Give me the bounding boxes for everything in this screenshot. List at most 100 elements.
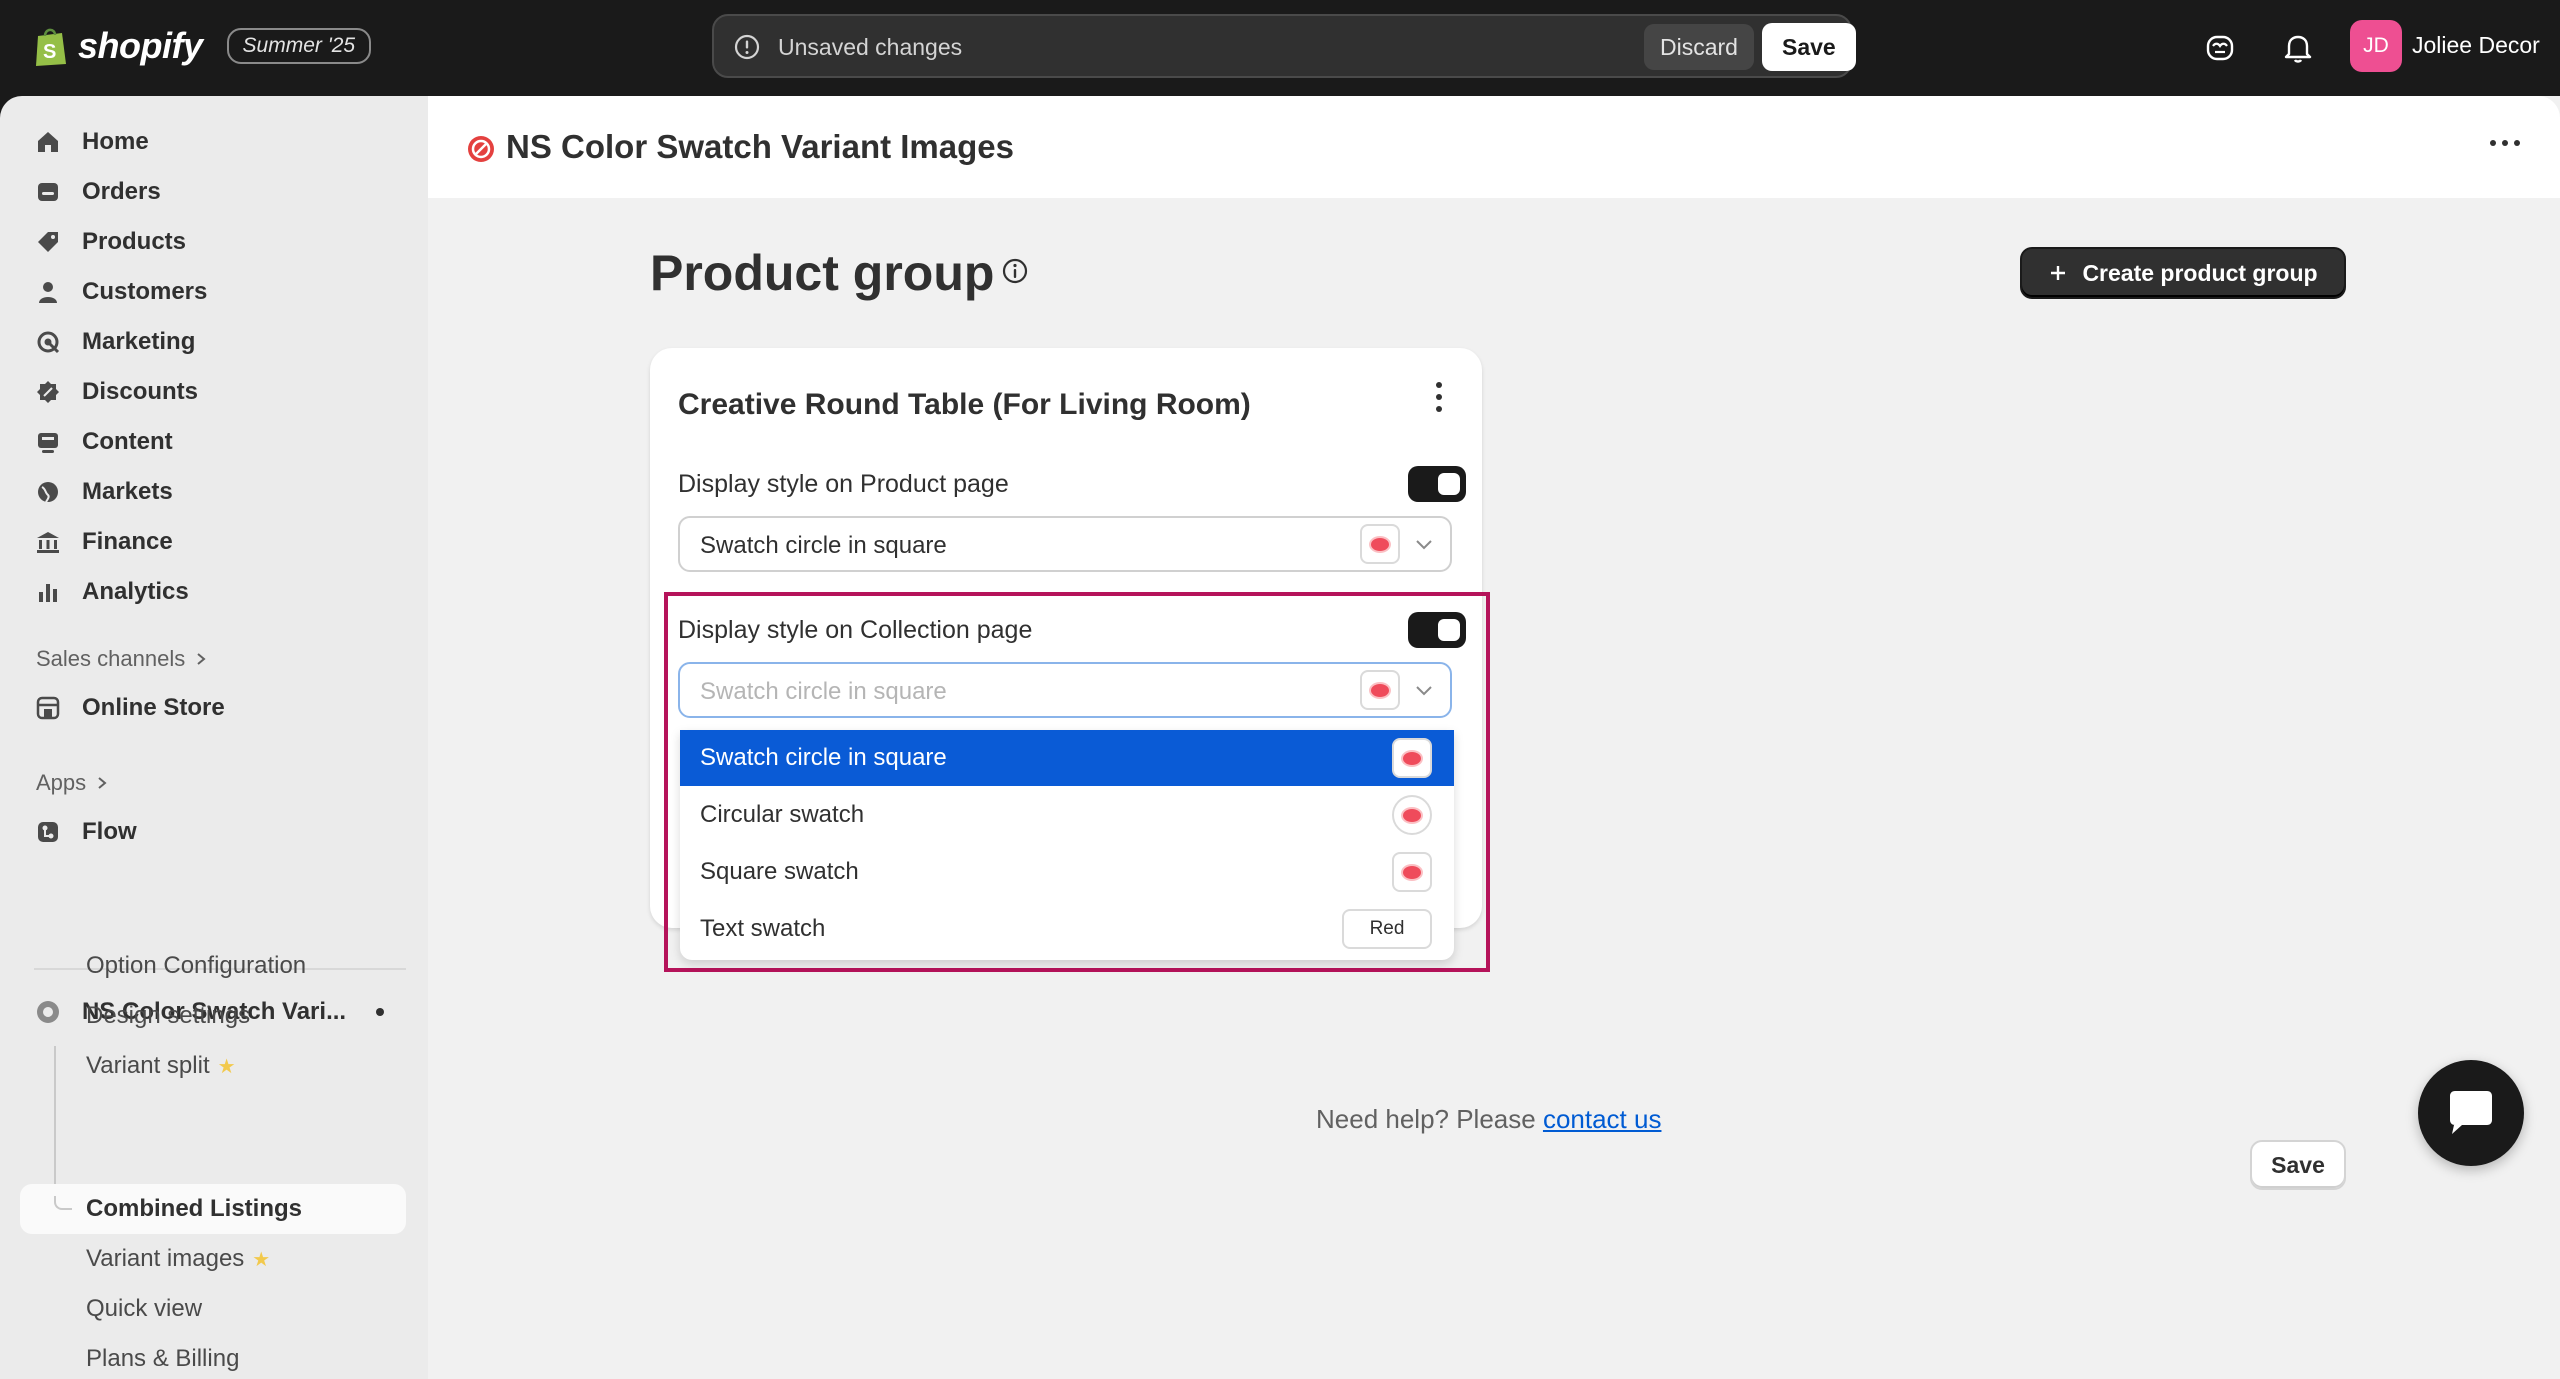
sidebar-item-label: Finance	[82, 528, 173, 555]
app-header: NS Color Swatch Variant Images	[428, 96, 2560, 198]
sub-item-label: Plans & Billing	[86, 1345, 240, 1372]
sales-channels-label: Sales channels	[36, 646, 186, 671]
tag-icon	[38, 232, 58, 252]
flow-icon	[38, 822, 58, 842]
card-menu-icon[interactable]	[1436, 382, 1442, 412]
sidebar-sub-plans-billing[interactable]: Plans & Billing	[86, 1337, 239, 1379]
store-icon	[36, 696, 60, 720]
discount-icon	[37, 381, 59, 403]
sidebar-item-marketing[interactable]: Marketing	[34, 320, 195, 364]
info-icon[interactable]	[1000, 256, 1030, 286]
sidebar-sub-option-configuration[interactable]: Option Configuration	[86, 944, 306, 988]
create-product-group-button[interactable]: Create product group	[2020, 247, 2346, 299]
product-page-select[interactable]: Swatch circle in square	[678, 516, 1452, 572]
sidebar-item-online-store[interactable]: Online Store	[34, 686, 225, 730]
select-value: Swatch circle in square	[700, 532, 947, 559]
text-swatch-chip: Red	[1342, 909, 1432, 949]
sidebar-item-label: Content	[82, 428, 173, 455]
sidebar-item-flow[interactable]: Flow	[34, 810, 137, 854]
plus-icon	[2051, 266, 2066, 280]
sidebar-sub-combined-listings[interactable]: Combined Listings	[86, 1187, 302, 1231]
contact-us-link[interactable]: contact us	[1543, 1104, 1662, 1134]
sidebar-item-label: Orders	[82, 178, 161, 205]
sidebar-item-label: Home	[82, 128, 149, 155]
sidebar-item-label: Customers	[82, 278, 208, 305]
sidebar-item-label: Products	[82, 228, 187, 255]
bell-icon[interactable]	[2278, 28, 2318, 68]
apps-label: Apps	[36, 770, 87, 795]
person-icon	[39, 282, 57, 303]
sidebar-item-content[interactable]: Content	[34, 420, 173, 464]
sidebar-item-label: Analytics	[82, 578, 189, 605]
globe-icon	[38, 482, 58, 503]
sidekick-icon[interactable]	[2200, 28, 2240, 68]
sidebar-sub-variant-images[interactable]: Variant images ★	[86, 1237, 270, 1281]
sidebar-item-label: Flow	[82, 818, 137, 845]
sidebar-item-home[interactable]: Home	[34, 120, 149, 164]
dropdown-option[interactable]: Swatch circle in square	[680, 730, 1454, 786]
bank-icon	[37, 532, 59, 553]
sidebar-item-products[interactable]: Products	[34, 220, 186, 264]
swatch-circle-icon	[1392, 795, 1432, 835]
sidebar-sub-design-settings[interactable]: Design settings	[86, 994, 250, 1038]
save-top-button[interactable]: Save	[1762, 23, 1856, 71]
sidebar-item-discounts[interactable]: Discounts	[34, 370, 198, 414]
option-label: Square swatch	[700, 858, 859, 885]
dropdown-option[interactable]: Text swatch Red	[680, 901, 1454, 957]
product-page-toggle[interactable]	[1408, 466, 1466, 502]
sidebar-item-label: Online Store	[82, 694, 225, 721]
sidebar-item-analytics[interactable]: Analytics	[34, 570, 189, 614]
chevron-right-icon	[197, 653, 206, 665]
help-text: Need help? Please contact us	[1316, 1104, 1661, 1135]
sidebar-item-orders[interactable]: Orders	[34, 170, 161, 214]
sidebar-sub-quick-view[interactable]: Quick view	[86, 1287, 202, 1331]
more-actions-icon[interactable]	[2490, 140, 2520, 146]
sidebar-sub-variant-split[interactable]: Variant split ★	[86, 1044, 236, 1088]
sidebar-item-markets[interactable]: Markets	[34, 470, 173, 514]
target-icon	[37, 331, 60, 354]
swatch-preview-icon	[1360, 524, 1400, 564]
unsaved-text: Unsaved changes	[778, 34, 963, 60]
help-label: Need help? Please	[1316, 1104, 1536, 1134]
chat-button[interactable]	[2418, 1060, 2524, 1166]
product-page-label: Display style on Product page	[678, 470, 1009, 498]
tree-arrow	[54, 1196, 72, 1210]
home-icon	[38, 132, 58, 152]
orders-icon	[38, 183, 58, 201]
sidebar-item-label: Markets	[82, 478, 173, 505]
star-icon: ★	[252, 1248, 271, 1271]
chart-icon	[39, 584, 57, 602]
save-button[interactable]: Save	[2250, 1140, 2346, 1190]
store-name[interactable]: Joliee Decor	[2412, 32, 2540, 59]
sidebar-item-finance[interactable]: Finance	[34, 520, 173, 564]
sales-channels-heading[interactable]: Sales channels	[36, 646, 207, 672]
edition-badge[interactable]: Summer '25	[226, 28, 372, 64]
svg-text:S: S	[43, 41, 56, 63]
dropdown-option[interactable]: Circular swatch	[680, 787, 1454, 843]
create-button-label: Create product group	[2082, 259, 2318, 286]
card-title: Creative Round Table (For Living Room)	[678, 388, 1251, 421]
sub-item-label: Variant split	[86, 1052, 210, 1079]
avatar[interactable]: JD	[2350, 20, 2402, 72]
dropdown-option[interactable]: Square swatch	[680, 844, 1454, 900]
sub-item-label: Design settings	[86, 1002, 251, 1029]
app-swatch-icon	[37, 1001, 59, 1023]
sidebar: Home Orders Products Customers Marketing…	[0, 96, 428, 1379]
alert-icon	[734, 34, 760, 60]
discard-button[interactable]: Discard	[1644, 24, 1754, 70]
unsaved-changes-bar: Unsaved changes Discard Save	[712, 14, 1856, 78]
top-bar: S shopify Summer '25 Unsaved changes Dis…	[0, 0, 2560, 96]
page-title: Product group	[650, 245, 995, 301]
shopify-logo[interactable]: S shopify Summer '25	[34, 24, 372, 68]
sub-item-label: Combined Listings	[86, 1195, 302, 1222]
chat-icon	[2450, 1091, 2492, 1134]
app-logo-icon	[468, 136, 494, 162]
sidebar-item-customers[interactable]: Customers	[34, 270, 207, 314]
apps-heading[interactable]: Apps	[36, 770, 108, 796]
option-label: Swatch circle in square	[700, 744, 947, 771]
star-icon: ★	[217, 1055, 236, 1078]
option-label: Circular swatch	[700, 801, 865, 828]
swatch-square-circle-icon	[1392, 738, 1432, 778]
sidebar-item-label: Marketing	[82, 328, 196, 355]
unread-dot	[376, 1008, 384, 1016]
